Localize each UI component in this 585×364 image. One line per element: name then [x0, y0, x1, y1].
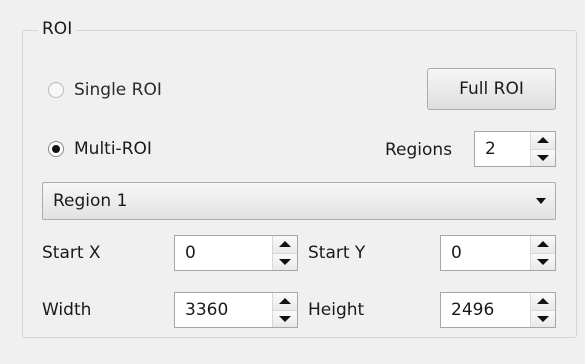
- region-select-dropdown-button[interactable]: [527, 183, 555, 219]
- full-roi-button[interactable]: Full ROI: [427, 68, 556, 110]
- regions-increment-button[interactable]: [531, 132, 555, 149]
- width-decrement-button[interactable]: [273, 309, 297, 327]
- roi-panel: ROI Single ROI Full ROI Multi-ROI Region…: [0, 0, 585, 364]
- regions-spinbox[interactable]: 2: [474, 131, 556, 167]
- start-x-increment-button[interactable]: [273, 236, 297, 253]
- arrow-up-icon: [537, 298, 549, 305]
- arrow-up-icon: [537, 137, 549, 144]
- regions-decrement-button[interactable]: [531, 148, 555, 166]
- arrow-down-icon: [537, 154, 549, 161]
- start-y-value[interactable]: 0: [441, 236, 530, 270]
- arrow-up-icon: [279, 241, 291, 248]
- width-label: Width: [42, 300, 92, 320]
- regions-stepper: [530, 132, 555, 166]
- regions-label: Regions: [385, 140, 453, 160]
- height-spinbox[interactable]: 2496: [440, 292, 556, 328]
- start-x-spinbox[interactable]: 0: [174, 235, 298, 271]
- roi-group-title: ROI: [38, 18, 77, 40]
- start-x-decrement-button[interactable]: [273, 252, 297, 270]
- start-y-increment-button[interactable]: [531, 236, 555, 253]
- single-roi-radio[interactable]: [48, 82, 64, 98]
- height-value[interactable]: 2496: [441, 293, 530, 327]
- height-label: Height: [308, 300, 365, 320]
- chevron-down-icon: [536, 198, 546, 204]
- start-x-label: Start X: [42, 243, 101, 263]
- region-select[interactable]: Region 1: [42, 182, 556, 220]
- multi-roi-radio[interactable]: [48, 141, 64, 157]
- regions-value[interactable]: 2: [475, 132, 530, 166]
- width-spinbox[interactable]: 3360: [174, 292, 298, 328]
- arrow-down-icon: [537, 315, 549, 322]
- height-stepper: [530, 293, 555, 327]
- width-increment-button[interactable]: [273, 293, 297, 310]
- height-increment-button[interactable]: [531, 293, 555, 310]
- region-select-value: Region 1: [53, 191, 128, 211]
- start-x-stepper: [272, 236, 297, 270]
- start-y-decrement-button[interactable]: [531, 252, 555, 270]
- multi-roi-label[interactable]: Multi-ROI: [74, 138, 152, 160]
- start-y-spinbox[interactable]: 0: [440, 235, 556, 271]
- start-y-stepper: [530, 236, 555, 270]
- arrow-down-icon: [279, 258, 291, 265]
- start-y-label: Start Y: [308, 243, 366, 263]
- arrow-up-icon: [537, 241, 549, 248]
- width-value[interactable]: 3360: [175, 293, 272, 327]
- arrow-up-icon: [279, 298, 291, 305]
- width-stepper: [272, 293, 297, 327]
- start-x-value[interactable]: 0: [175, 236, 272, 270]
- height-decrement-button[interactable]: [531, 309, 555, 327]
- arrow-down-icon: [279, 315, 291, 322]
- arrow-down-icon: [537, 258, 549, 265]
- single-roi-label[interactable]: Single ROI: [74, 79, 162, 101]
